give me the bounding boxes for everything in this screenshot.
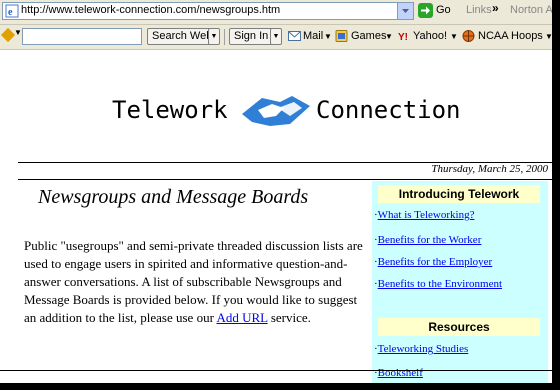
search-web-button[interactable]: Search Web [147, 28, 218, 45]
sidebar-section-resources: Resources [378, 318, 540, 336]
sidebar-section-introducing: Introducing Telework [378, 185, 540, 203]
address-url[interactable]: http://www.telework-connection.com/newsg… [21, 4, 280, 16]
yahoo-dropdown-icon[interactable]: ▼ [450, 32, 458, 41]
pen-dropdown-icon[interactable]: ▼ [14, 28, 22, 37]
sign-in-dropdown-button[interactable]: ▼ [270, 28, 282, 45]
norton-toolbar-label[interactable]: Norton Ant [510, 4, 552, 16]
sidebar-link-bookshelf[interactable]: ·Bookshelf [374, 367, 423, 379]
sidebar-link-text[interactable]: Benefits for the Employer [378, 256, 493, 268]
games-dropdown-icon[interactable]: ▼ [385, 32, 393, 41]
games-icon[interactable] [335, 30, 348, 42]
ncaa-dropdown-icon[interactable]: ▼ [545, 32, 552, 41]
games-label[interactable]: Games [351, 30, 386, 42]
mail-dropdown-icon[interactable]: ▼ [324, 32, 332, 41]
logo-text-right: Connection [316, 96, 461, 124]
sidebar-link-benefits-worker[interactable]: ·Benefits for the Worker [374, 234, 481, 246]
ncaa-icon[interactable] [462, 30, 475, 42]
toolbar-search-input[interactable] [22, 28, 142, 45]
pen-icon[interactable] [0, 27, 16, 43]
mail-label[interactable]: Mail [303, 30, 323, 42]
page-heading: Newsgroups and Message Boards [38, 186, 309, 208]
sidebar-link-text[interactable]: Benefits for the Worker [378, 234, 482, 246]
sidebar-link-what-is-teleworking[interactable]: ·What is Teleworking? [374, 209, 474, 221]
sidebar-link-benefits-employer[interactable]: ·Benefits for the Employer [374, 256, 492, 268]
sidebar-link-benefits-environment[interactable]: ·Benefits to the Environment [374, 278, 502, 290]
intro-paragraph: Public "usegroups" and semi-private thre… [24, 237, 364, 327]
svg-text:e: e [8, 7, 13, 18]
sign-in-button[interactable]: Sign In [229, 28, 274, 45]
toolbar-separator [224, 29, 225, 45]
ie-page-icon: e [5, 4, 19, 18]
more-links-chevron[interactable]: » [492, 1, 499, 15]
ncaa-label[interactable]: NCAA Hoops [478, 30, 543, 42]
yahoo-label[interactable]: Yahoo! [413, 30, 447, 42]
add-url-link[interactable]: Add URL [216, 310, 267, 325]
address-bar-row: e http://www.telework-connection.com/new… [0, 0, 552, 25]
logo-text-left: Telework [112, 96, 228, 124]
header-rule-bottom [18, 179, 552, 180]
svg-text:Y!: Y! [398, 32, 408, 42]
dropdown-arrow-icon [402, 9, 409, 13]
go-arrow-icon [421, 6, 430, 15]
sidebar-link-teleworking-studies[interactable]: ·Teleworking Studies [374, 343, 468, 355]
handshake-logo-icon [242, 96, 310, 126]
intro-text: Public "usegroups" and semi-private thre… [24, 238, 363, 325]
go-label[interactable]: Go [436, 4, 451, 16]
address-field[interactable]: e http://www.telework-connection.com/new… [2, 2, 414, 20]
go-button[interactable] [418, 3, 433, 18]
yahoo-icon[interactable]: Y! [398, 30, 411, 42]
sidebar-link-text[interactable]: Bookshelf [378, 367, 423, 379]
sidebar-link-text[interactable]: What is Teleworking? [378, 209, 475, 221]
sidebar-link-text[interactable]: Teleworking Studies [378, 343, 469, 355]
address-dropdown-button[interactable] [397, 3, 413, 19]
mail-icon[interactable] [288, 30, 301, 42]
browser-window: e http://www.telework-connection.com/new… [0, 0, 552, 383]
links-label[interactable]: Links [466, 4, 492, 16]
intro-text-end: service. [267, 310, 311, 325]
search-dropdown-button[interactable]: ▼ [208, 28, 220, 45]
footer-rule [0, 370, 552, 371]
search-toolbar: ▼ Search Web ▼ Sign In ▼ Mail ▼ Games ▼ … [0, 25, 552, 50]
page-date: Thursday, March 25, 2000 [431, 163, 548, 175]
sidebar-link-text[interactable]: Benefits to the Environment [378, 278, 502, 290]
